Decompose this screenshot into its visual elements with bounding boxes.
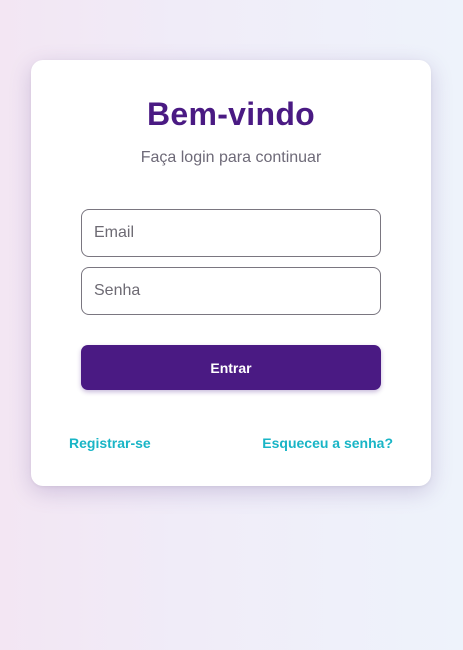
login-button[interactable]: Entrar bbox=[81, 345, 381, 390]
forgot-password-link[interactable]: Esqueceu a senha? bbox=[262, 434, 393, 452]
login-card: Bem-vindo Faça login para continuar Entr… bbox=[31, 60, 431, 486]
password-field[interactable] bbox=[81, 267, 381, 315]
page-title: Bem-vindo bbox=[146, 96, 316, 132]
page-subtitle: Faça login para continuar bbox=[140, 149, 322, 166]
register-link[interactable]: Registrar-se bbox=[69, 434, 151, 452]
email-field[interactable] bbox=[81, 209, 381, 257]
